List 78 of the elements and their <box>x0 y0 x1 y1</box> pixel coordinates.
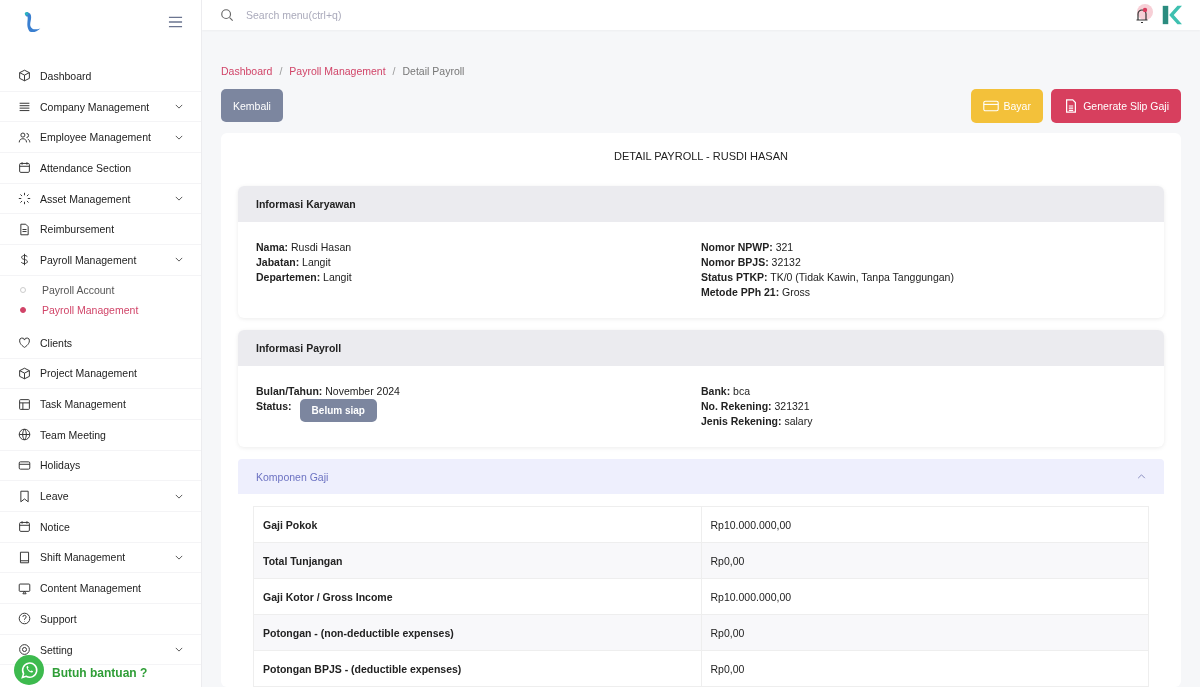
table-cell: Rp0,00 <box>701 614 1149 651</box>
breadcrumb-link[interactable]: Payroll Management <box>289 65 386 77</box>
table-cell: Rp10.000.000,00 <box>701 506 1149 543</box>
breadcrumb-current: Detail Payroll <box>402 65 465 77</box>
info-text: Bank: bca <box>701 384 751 399</box>
generate-button[interactable]: Generate Slip Gaji <box>1051 89 1181 123</box>
help-icon <box>18 612 31 626</box>
search-icon <box>220 8 234 22</box>
sidebar-item[interactable]: Leave <box>0 481 201 512</box>
table-cell: Rp0,00 <box>701 542 1149 579</box>
chat-icon[interactable] <box>14 655 44 685</box>
lines-icon <box>18 100 31 114</box>
users-icon <box>18 130 31 144</box>
field-label: Status: <box>256 399 292 414</box>
spin-icon <box>18 192 31 206</box>
table-cell: Rp0,00 <box>701 650 1149 687</box>
doc-icon <box>18 222 31 236</box>
sidebar-item[interactable]: Support <box>0 604 201 635</box>
sidebar-item[interactable]: Reimbursement <box>0 214 201 246</box>
sidebar-item[interactable]: Holidays <box>0 450 201 482</box>
table-icon <box>18 397 31 411</box>
status-badge: Belum siap <box>299 399 377 422</box>
bookmark-icon <box>18 489 31 503</box>
monitor-icon <box>18 581 31 595</box>
submenu-item[interactable]: Payroll Account <box>0 279 201 300</box>
accordion-header[interactable]: Komponen Gaji <box>238 459 1164 494</box>
info-text: Status PTKP: TK/0 (Tidak Kawin, Tanpa Tanggungan) <box>701 270 954 285</box>
table-cell: Rp10.000.000,00 <box>701 578 1149 615</box>
credit-card-icon <box>983 99 1000 113</box>
breadcrumb-link[interactable]: Dashboard <box>221 65 273 77</box>
sidebar-item[interactable]: Employee Management <box>0 122 201 154</box>
sidebar-item[interactable]: Project Management <box>0 358 201 390</box>
sidebar-item[interactable]: Notice <box>0 511 201 543</box>
sidebar-item[interactable]: Task Management <box>0 389 201 420</box>
menu-icon[interactable] <box>168 15 183 28</box>
cal-icon <box>18 161 31 175</box>
table-cell: Total Tunjangan <box>253 542 701 579</box>
book-icon <box>18 550 31 564</box>
breadcrumb-separator: / <box>392 65 396 77</box>
sidebar-item[interactable]: Shift Management <box>0 542 201 574</box>
sidebar-item[interactable]: Dashboard <box>0 61 201 92</box>
panel-header: Informasi Karyawan <box>238 186 1164 222</box>
table-cell: Gaji Kotor / Gross Income <box>253 578 701 615</box>
card-title: DETAIL PAYROLL - RUSDI HASAN <box>613 149 789 164</box>
sidebar-item[interactable]: Payroll Management <box>0 245 201 276</box>
info-text: Jabatan: Langit <box>256 255 331 270</box>
table-cell: Potongan - (non-deductible expenses) <box>253 614 701 651</box>
cal-icon <box>18 520 31 534</box>
info-text: No. Rekening: 321321 <box>701 399 810 414</box>
info-text: Nomor BPJS: 32132 <box>701 255 801 270</box>
chevron-up-icon <box>1137 474 1146 479</box>
panel-header: Informasi Payroll <box>238 330 1164 366</box>
sidebar-item[interactable]: Clients <box>0 327 201 359</box>
table-cell: Gaji Pokok <box>253 506 701 543</box>
help-text[interactable]: Butuh bantuan ? <box>52 666 148 680</box>
sidebar-item[interactable]: Team Meeting <box>0 419 201 451</box>
info-text: Bulan/Tahun: November 2024 <box>256 384 400 399</box>
card-icon <box>18 458 31 472</box>
table-cell: Potongan BPJS - (deductible expenses) <box>253 650 701 687</box>
avatar-icon[interactable] <box>1160 4 1182 26</box>
submenu-item[interactable]: Payroll Management <box>0 299 201 320</box>
info-text: Nomor NPWP: 321 <box>701 240 794 255</box>
sidebar-item[interactable]: Company Management <box>0 91 201 123</box>
cube-icon <box>18 69 31 83</box>
sidebar-item[interactable]: Asset Management <box>0 183 201 215</box>
gear-icon <box>18 643 31 657</box>
breadcrumb-separator: / <box>279 65 283 77</box>
info-text: Metode PPh 21: Gross <box>701 285 811 300</box>
back-button[interactable]: Kembali <box>221 89 283 122</box>
info-text: Jenis Rekening: salary <box>701 414 813 429</box>
globe-icon <box>18 428 31 442</box>
dollar-icon <box>18 253 31 267</box>
cube-icon <box>18 366 31 380</box>
sidebar-item[interactable]: Content Management <box>0 573 201 604</box>
info-text: Nama: Rusdi Hasan <box>256 240 352 255</box>
info-text: Departemen: Langit <box>256 270 352 285</box>
sidebar-item[interactable]: Attendance Section <box>0 153 201 184</box>
heart-icon <box>18 336 31 350</box>
